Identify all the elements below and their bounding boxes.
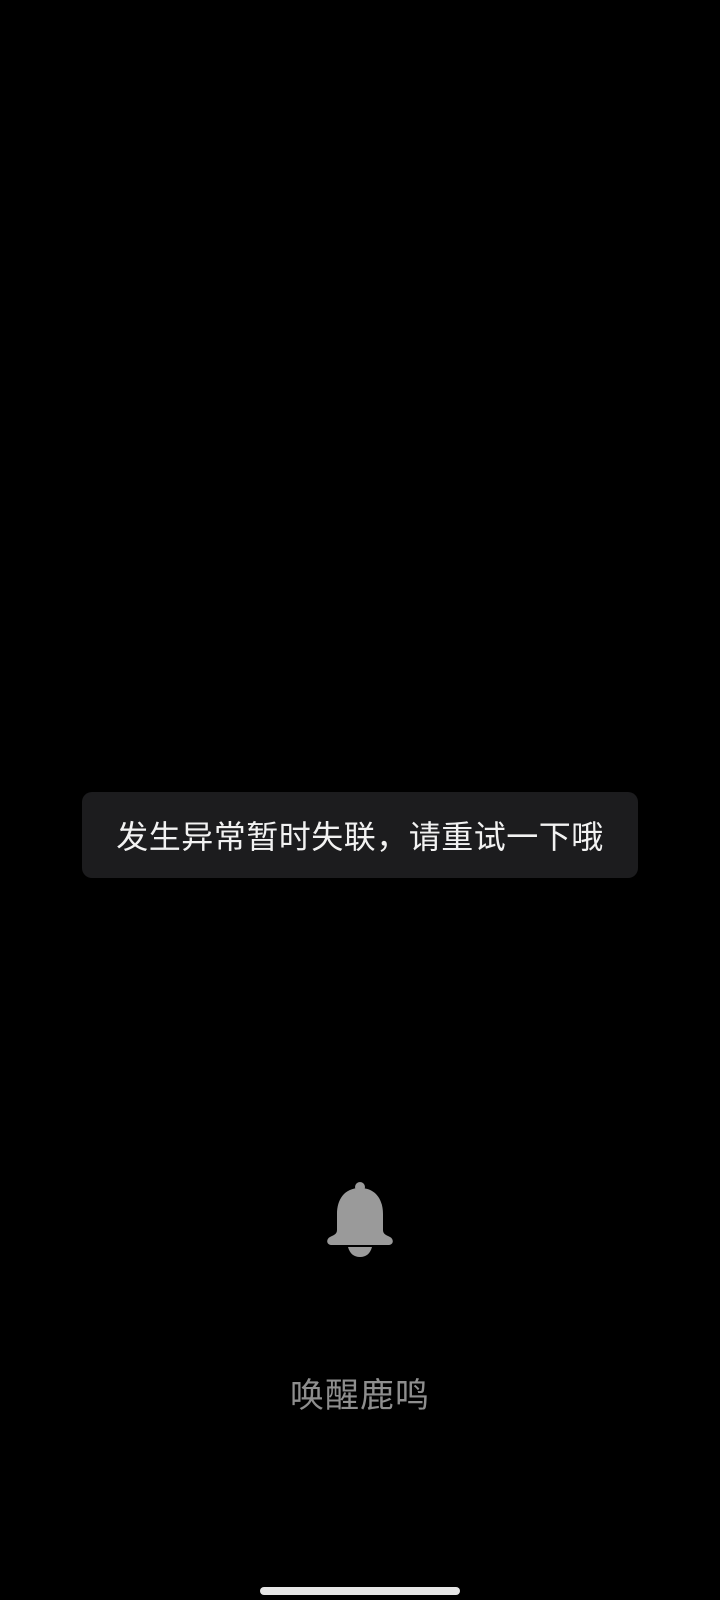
wake-button[interactable] xyxy=(300,1170,420,1270)
toast-message: 发生异常暂时失联，请重试一下哦 xyxy=(116,818,604,856)
home-indicator[interactable] xyxy=(260,1587,460,1595)
bell-icon[interactable] xyxy=(324,1182,396,1258)
screen: 发生异常暂时失联，请重试一下哦 唤醒鹿鸣 xyxy=(0,0,720,1600)
error-toast: 发生异常暂时失联，请重试一下哦 xyxy=(82,792,638,878)
wake-label[interactable]: 唤醒鹿鸣 xyxy=(0,1368,720,1417)
